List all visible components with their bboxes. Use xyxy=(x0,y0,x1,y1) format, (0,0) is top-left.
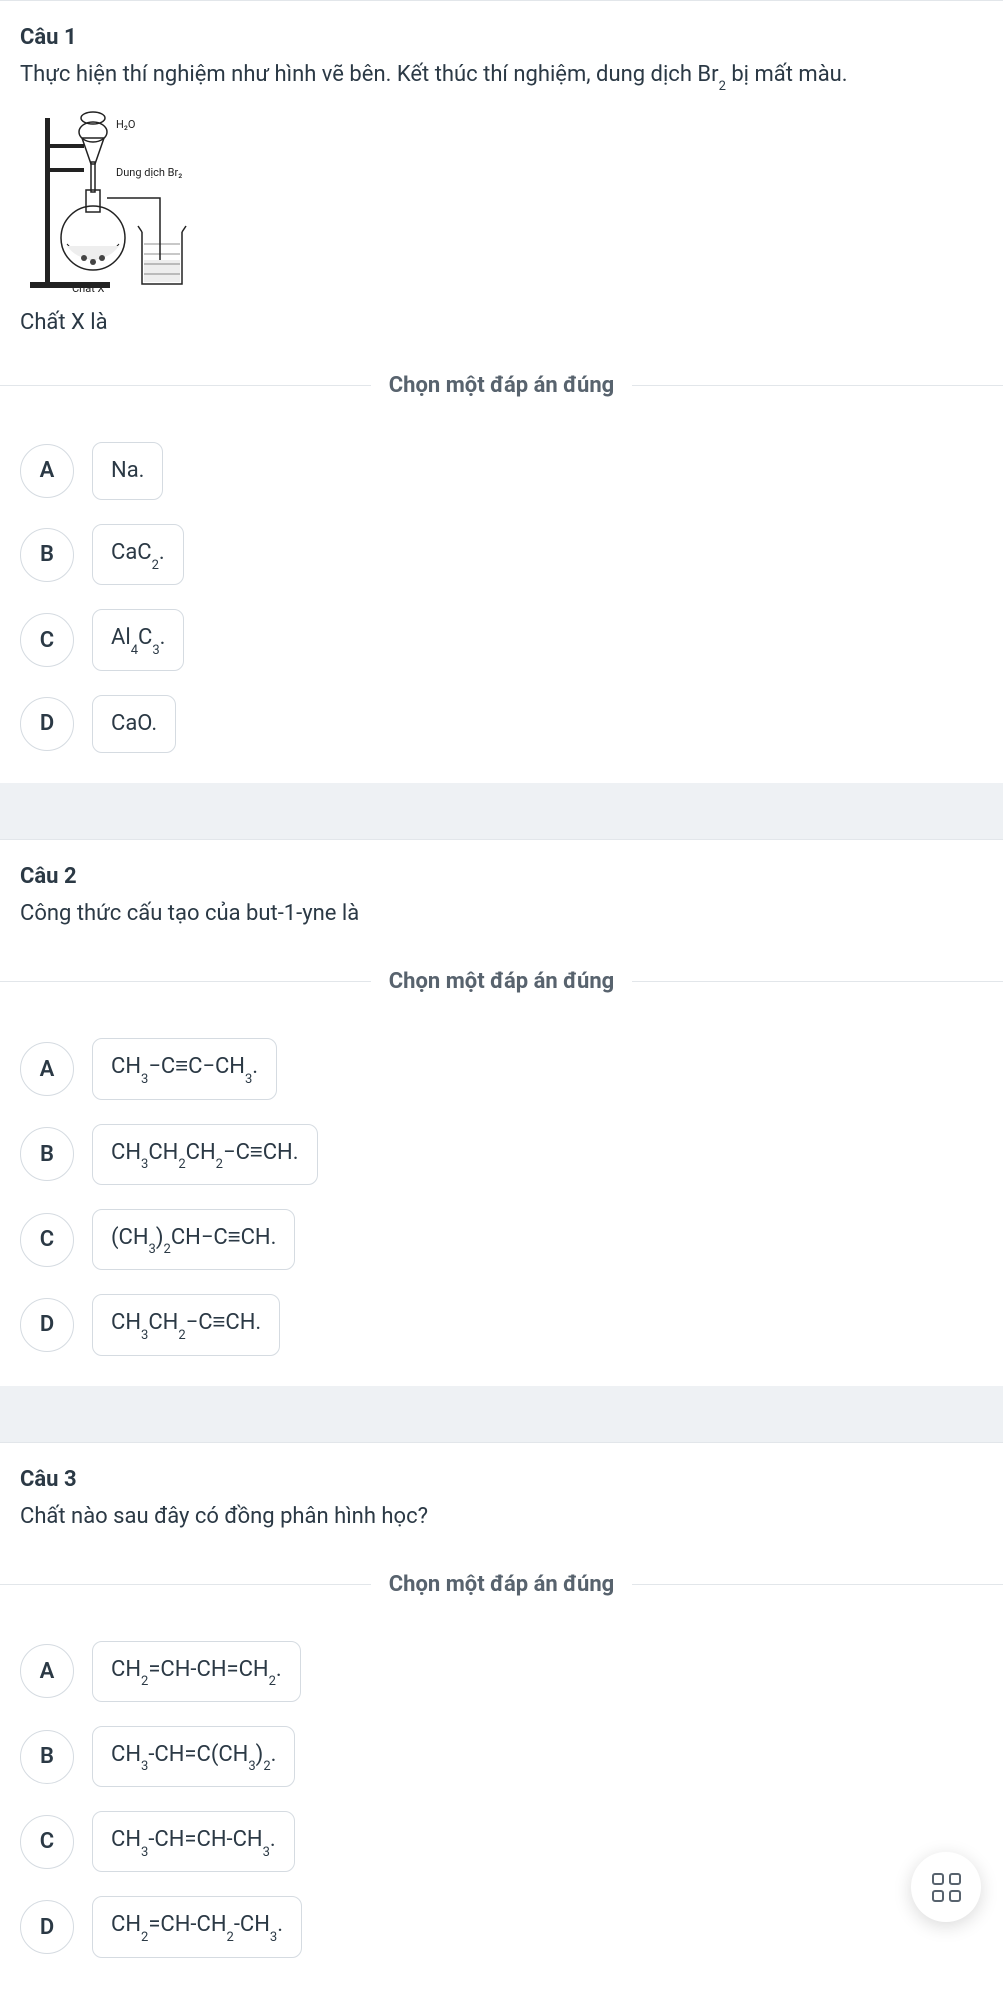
choose-one-divider: Chọn một đáp án đúng xyxy=(0,373,1003,398)
option-letter[interactable]: C xyxy=(20,613,74,667)
block-gap xyxy=(0,1386,1003,1442)
option-text[interactable]: CH3−C≡C−CH3. xyxy=(92,1038,277,1099)
grid-fab[interactable] xyxy=(911,1852,981,1922)
option-row[interactable]: B CaC2. xyxy=(20,524,983,585)
option-row[interactable]: A CH2=CH-CH=CH2. xyxy=(20,1641,983,1702)
question-body: Thực hiện thí nghiệm như hình vẽ bên. Kế… xyxy=(20,58,983,94)
option-text[interactable]: CH3CH2CH2−C≡CH. xyxy=(92,1124,318,1185)
choose-one-label: Chọn một đáp án đúng xyxy=(389,1572,614,1597)
choose-one-divider: Chọn một đáp án đúng xyxy=(0,969,1003,994)
diagram-wrap: H₂O Dung dịch Br₂ Chất X xyxy=(20,104,210,298)
option-row[interactable]: B CH3-CH=C(CH3)2. xyxy=(20,1726,983,1787)
option-text[interactable]: CaC2. xyxy=(92,524,184,585)
option-row[interactable]: A CH3−C≡C−CH3. xyxy=(20,1038,983,1099)
question-title: Câu 2 xyxy=(20,864,983,889)
choose-one-label: Chọn một đáp án đúng xyxy=(389,373,614,398)
option-row[interactable]: A Na. xyxy=(20,442,983,501)
question-subtext: Chất X là xyxy=(20,310,983,335)
option-letter[interactable]: A xyxy=(20,444,74,498)
question-block: Câu 3 Chất nào sau đây có đồng phân hình … xyxy=(0,1442,1003,1988)
option-letter[interactable]: B xyxy=(20,528,74,582)
option-text[interactable]: CH3-CH=CH-CH3. xyxy=(92,1811,295,1872)
svg-text:Dung dịch Br₂: Dung dịch Br₂ xyxy=(116,166,182,179)
choose-one-divider: Chọn một đáp án đúng xyxy=(0,1572,1003,1597)
option-text[interactable]: CaO. xyxy=(92,695,176,754)
option-row[interactable]: C Al4C3. xyxy=(20,609,983,670)
option-row[interactable]: C (CH3)2CH−C≡CH. xyxy=(20,1209,983,1270)
question-block: Câu 2 Công thức cấu tạo của but-1-yne là C… xyxy=(0,839,1003,1385)
option-letter[interactable]: D xyxy=(20,1900,74,1954)
option-text[interactable]: Al4C3. xyxy=(92,609,184,670)
question-title: Câu 1 xyxy=(20,25,983,50)
option-letter[interactable]: A xyxy=(20,1644,74,1698)
options-list: A CH3−C≡C−CH3. B CH3CH2CH2−C≡CH. C (CH3)2CH−C… xyxy=(20,1038,983,1355)
option-letter[interactable]: D xyxy=(20,1298,74,1352)
options-list: A Na. B CaC2. C Al4C3. D CaO. xyxy=(20,442,983,754)
choose-one-label: Chọn một đáp án đúng xyxy=(389,969,614,994)
option-row[interactable]: C CH3-CH=CH-CH3. xyxy=(20,1811,983,1872)
svg-text:H₂O: H₂O xyxy=(116,118,135,131)
option-row[interactable]: B CH3CH2CH2−C≡CH. xyxy=(20,1124,983,1185)
grid-icon xyxy=(932,1873,961,1902)
option-text[interactable]: (CH3)2CH−C≡CH. xyxy=(92,1209,295,1270)
question-title: Câu 3 xyxy=(20,1467,983,1492)
option-text[interactable]: Na. xyxy=(92,442,163,501)
option-text[interactable]: CH3-CH=C(CH3)2. xyxy=(92,1726,295,1787)
option-row[interactable]: D CH2=CH-CH2-CH3. xyxy=(20,1896,983,1957)
option-letter[interactable]: C xyxy=(20,1815,74,1869)
option-letter[interactable]: D xyxy=(20,697,74,751)
block-gap xyxy=(0,783,1003,839)
option-text[interactable]: CH3CH2−C≡CH. xyxy=(92,1294,280,1355)
svg-text:Chất X: Chất X xyxy=(72,282,105,294)
option-row[interactable]: D CH3CH2−C≡CH. xyxy=(20,1294,983,1355)
option-text[interactable]: CH2=CH-CH2-CH3. xyxy=(92,1896,302,1957)
question-block: Câu 1 Thực hiện thí nghiệm như hình vẽ bê… xyxy=(0,0,1003,783)
options-list: A CH2=CH-CH=CH2. B CH3-CH=C(CH3)2. C CH3-CH=C… xyxy=(20,1641,983,1958)
question-body: Chất nào sau đây có đồng phân hình học? xyxy=(20,1500,983,1534)
option-row[interactable]: D CaO. xyxy=(20,695,983,754)
option-letter[interactable]: C xyxy=(20,1213,74,1267)
experiment-diagram: H₂O Dung dịch Br₂ Chất X xyxy=(20,104,210,294)
question-body: Công thức cấu tạo của but-1-yne là xyxy=(20,897,983,931)
option-letter[interactable]: B xyxy=(20,1730,74,1784)
option-letter[interactable]: A xyxy=(20,1042,74,1096)
option-letter[interactable]: B xyxy=(20,1127,74,1181)
option-text[interactable]: CH2=CH-CH=CH2. xyxy=(92,1641,301,1702)
